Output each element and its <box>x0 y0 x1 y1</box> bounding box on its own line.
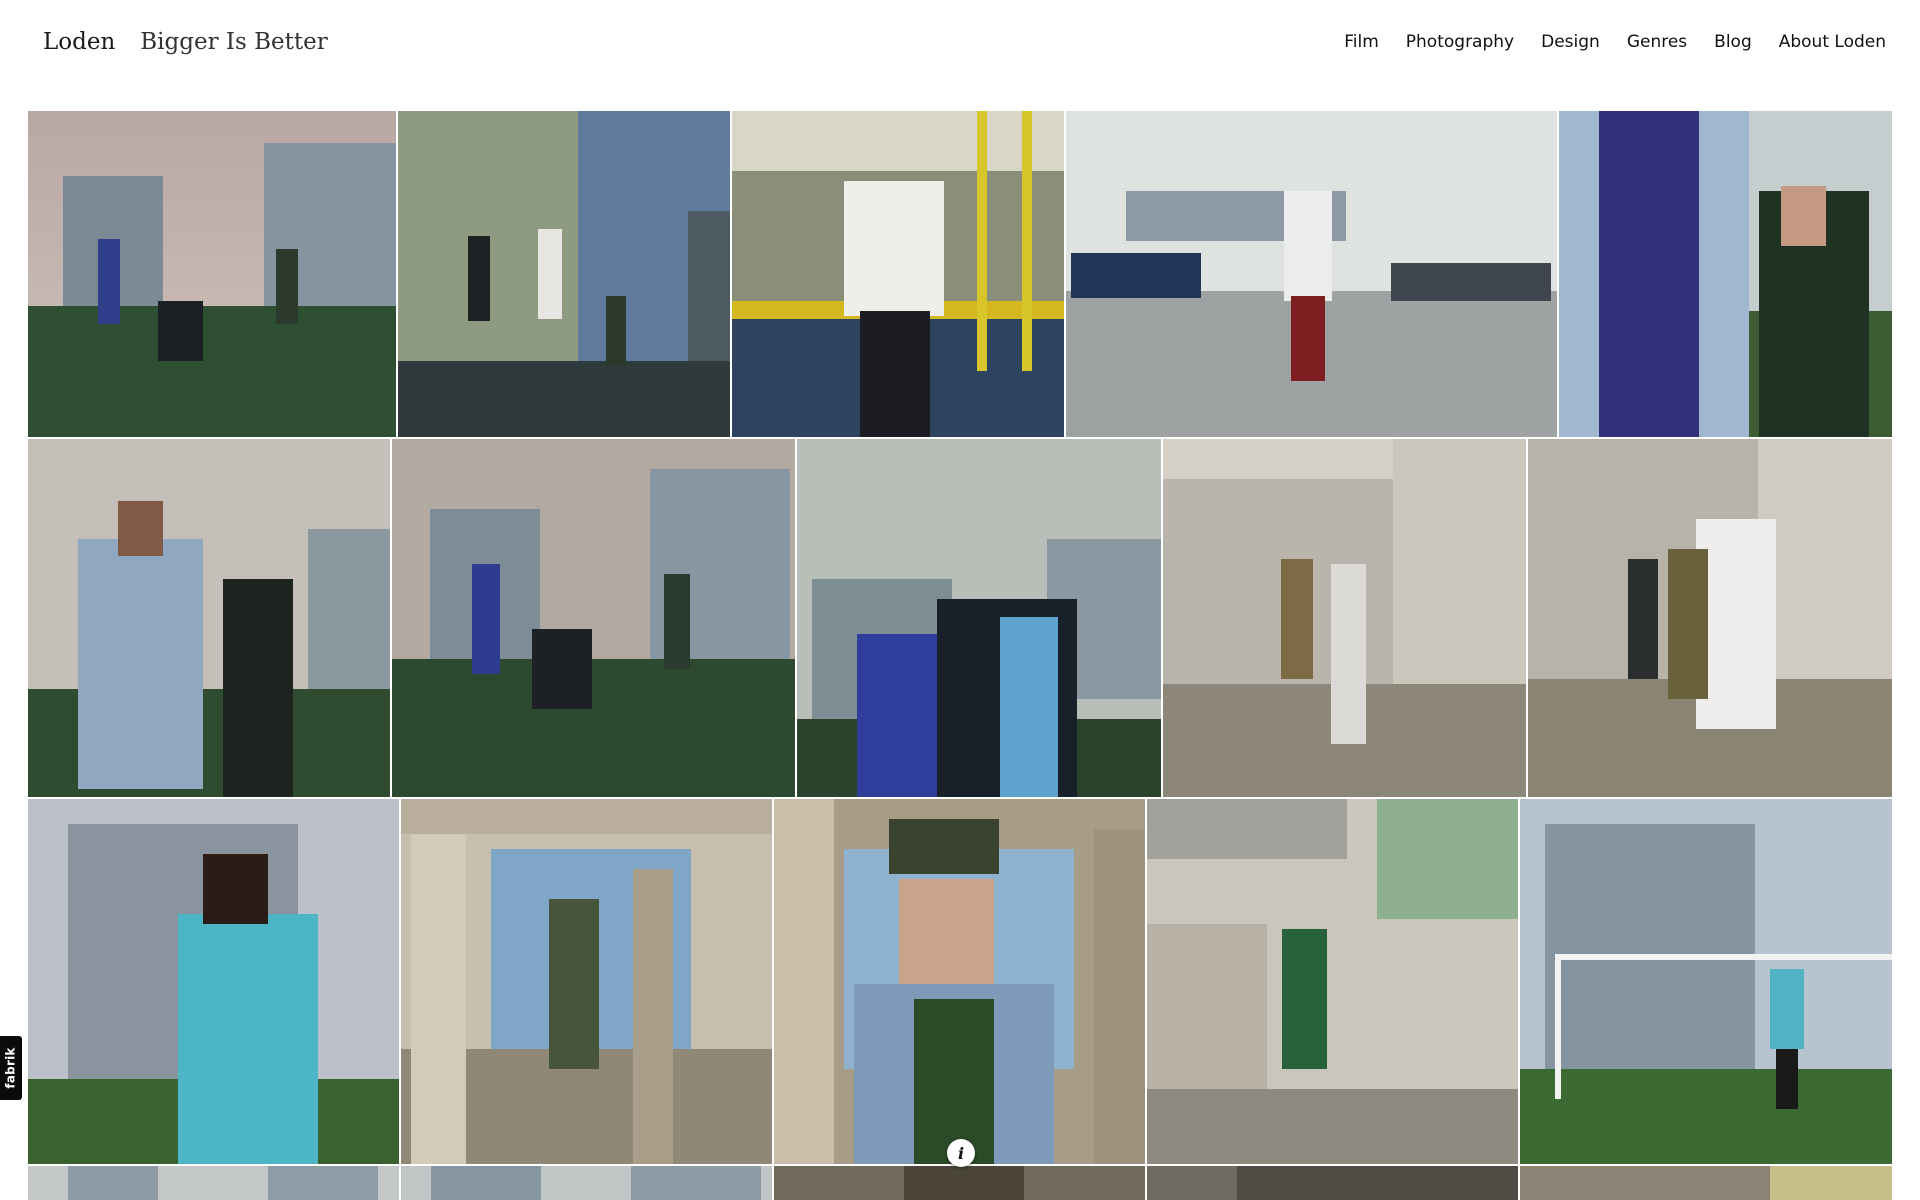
info-button[interactable]: i <box>947 1139 975 1167</box>
gallery-photo[interactable] <box>1163 439 1526 797</box>
gallery-photo[interactable] <box>1147 1166 1518 1200</box>
nav-item-genres[interactable]: Genres <box>1627 32 1687 52</box>
gallery-photo[interactable] <box>28 799 399 1164</box>
gallery-photo[interactable] <box>774 1166 1145 1200</box>
gallery-photo[interactable] <box>1528 439 1892 797</box>
gallery-photo[interactable] <box>1520 1166 1892 1200</box>
nav-item-film[interactable]: Film <box>1344 32 1379 52</box>
gallery-photo[interactable] <box>1520 799 1892 1164</box>
gallery-photo[interactable] <box>774 799 1145 1164</box>
main-nav: Film Photography Design Genres Blog Abou… <box>1344 22 1886 62</box>
gallery-photo[interactable] <box>797 439 1161 797</box>
site-name-link[interactable]: Loden <box>43 29 115 55</box>
gallery-photo[interactable] <box>1559 111 1892 437</box>
gallery-photo[interactable] <box>28 439 390 797</box>
gallery-photo[interactable] <box>28 111 396 437</box>
gallery-photo[interactable] <box>401 1166 772 1200</box>
info-icon: i <box>957 1143 965 1163</box>
gallery-photo[interactable] <box>1066 111 1557 437</box>
nav-item-photography[interactable]: Photography <box>1406 32 1514 52</box>
nav-item-design[interactable]: Design <box>1541 32 1600 52</box>
nav-item-blog[interactable]: Blog <box>1714 32 1752 52</box>
gallery-photo[interactable] <box>732 111 1064 437</box>
gallery-photo[interactable] <box>1147 799 1518 1164</box>
nav-item-about[interactable]: About Loden <box>1779 32 1886 52</box>
fabrik-label: fabrik <box>4 1047 18 1089</box>
gallery-photo[interactable] <box>392 439 795 797</box>
gallery-photo[interactable] <box>398 111 730 437</box>
site-brand: Loden Bigger Is Better <box>43 22 328 62</box>
site-tagline: Bigger Is Better <box>140 29 328 55</box>
gallery-photo[interactable] <box>28 1166 399 1200</box>
fabrik-badge[interactable]: fabrik <box>0 1036 22 1100</box>
gallery-photo[interactable] <box>401 799 772 1164</box>
